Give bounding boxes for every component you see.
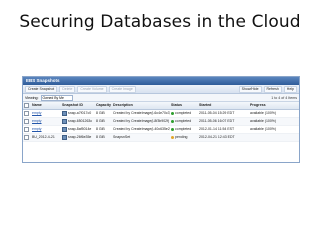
status-cell: completed — [170, 118, 198, 125]
description: Created by CreateImage(i-6c4e70c3) for a… — [113, 111, 170, 115]
row-select-cell[interactable] — [23, 126, 31, 133]
owner-filter-select[interactable]: Owned By Me — [40, 94, 73, 101]
row-checkbox[interactable] — [24, 134, 29, 140]
row-checkbox[interactable] — [24, 126, 29, 132]
create-volume-button[interactable]: Create Volume — [77, 85, 107, 93]
snapshot-icon — [62, 118, 67, 124]
slide-title: Securing Databases in the Cloud — [19, 12, 301, 32]
status-cell: completed — [170, 110, 198, 117]
description: SnapsnSet — [113, 135, 131, 139]
snapshot-id: snap-26f6e35e — [68, 135, 92, 139]
row-select-cell[interactable] — [23, 118, 31, 125]
column-header-capacity[interactable]: Capacity — [95, 102, 112, 109]
create-image-button[interactable]: Create Image — [108, 85, 136, 93]
column-header-status[interactable]: Status — [170, 102, 198, 109]
table-row[interactable]: BU_2012-4-21 snap-26f6e35e 8 GiB SnapsnS… — [23, 134, 299, 142]
console-title: EBS Snapshots — [23, 77, 299, 85]
progress: available (100%) — [250, 119, 277, 123]
select-all-header[interactable] — [23, 102, 31, 109]
show-hide-button[interactable]: Show/Hide — [238, 85, 262, 93]
snapshot-name[interactable]: empty — [31, 110, 61, 117]
status-cell: completed — [170, 126, 198, 133]
status-completed-icon — [171, 119, 174, 123]
toolbar: Create Snapshot Delete Create Volume Cre… — [23, 85, 299, 94]
table-row[interactable]: empty snap-8af5014e 8 GiB Created by Cre… — [23, 126, 299, 134]
row-select-cell[interactable] — [23, 134, 31, 141]
description: Created by CreateImage(i-8f3b902f) for a… — [113, 119, 170, 123]
table-header: Name Snapshot ID Capacity Description St… — [23, 102, 299, 110]
help-button[interactable]: Help — [283, 85, 297, 93]
status-cell: pending — [170, 134, 198, 141]
ebs-snapshots-console: EBS Snapshots Create Snapshot Delete Cre… — [22, 76, 300, 163]
column-header-description[interactable]: Description — [112, 102, 170, 109]
capacity: 8 GiB — [96, 127, 105, 131]
capacity: 8 GiB — [96, 111, 105, 115]
status-completed-icon — [171, 127, 174, 131]
capacity: 8 GiB — [96, 119, 105, 123]
started: 2011-05-04 15:29 EDT — [199, 111, 235, 115]
column-header-started[interactable]: Started — [198, 102, 249, 109]
snapshot-id: snap-6501263c — [68, 119, 93, 123]
started: 2012-04-21 12:43 EDT — [199, 135, 235, 139]
table-row[interactable]: empty snap-a7f017c0 8 GiB Created by Cre… — [23, 110, 299, 118]
snapshot-id: snap-a7f017c0 — [68, 111, 92, 115]
snapshot-icon — [62, 134, 67, 140]
snapshot-id-cell: snap-a7f017c0 — [61, 110, 95, 117]
refresh-button[interactable]: Refresh — [263, 85, 282, 93]
delete-button[interactable]: Delete — [59, 85, 76, 93]
started: 2012-01-14 11:54 EST — [199, 127, 235, 131]
select-all-checkbox[interactable] — [24, 102, 29, 108]
progress: available (100%) — [250, 111, 277, 115]
status-text: completed — [175, 111, 192, 115]
snapshot-icon — [62, 126, 67, 132]
status-text: completed — [175, 127, 192, 131]
row-select-cell[interactable] — [23, 110, 31, 117]
started: 2011-05-06 16:07 EDT — [199, 119, 235, 123]
row-checkbox[interactable] — [24, 110, 29, 116]
status-completed-icon — [171, 111, 174, 115]
column-header-name[interactable]: Name — [31, 102, 61, 109]
snapshot-id-cell: snap-8af5014e — [61, 126, 95, 133]
column-header-snapshot-id[interactable]: Snapshot ID — [61, 102, 95, 109]
snapshot-name[interactable]: empty — [31, 118, 61, 125]
progress: available (100%) — [250, 127, 277, 131]
progress — [249, 134, 299, 141]
description: Created by CreateImage(i-40c635e2) for a… — [113, 127, 170, 131]
snapshot-id-cell: snap-6501263c — [61, 118, 95, 125]
pagination-label: 1 to 4 of 4 Items — [271, 95, 297, 100]
viewing-label: Viewing: — [25, 95, 39, 100]
table-row[interactable]: empty snap-6501263c 8 GiB Created by Cre… — [23, 118, 299, 126]
snapshot-name[interactable]: empty — [31, 126, 61, 133]
snapshot-id: snap-8af5014e — [68, 127, 92, 131]
row-checkbox[interactable] — [24, 118, 29, 124]
column-header-progress[interactable]: Progress — [249, 102, 299, 109]
filter-bar: Viewing: Owned By Me 1 to 4 of 4 Items — [23, 94, 299, 102]
create-snapshot-button[interactable]: Create Snapshot — [25, 85, 58, 93]
snapshot-name[interactable]: BU_2012-4-21 — [31, 134, 61, 141]
status-pending-icon — [171, 135, 174, 139]
status-text: pending — [175, 135, 188, 139]
snapshot-icon — [62, 110, 67, 116]
capacity: 8 GiB — [96, 135, 105, 139]
status-text: completed — [175, 119, 192, 123]
snapshot-id-cell: snap-26f6e35e — [61, 134, 95, 141]
